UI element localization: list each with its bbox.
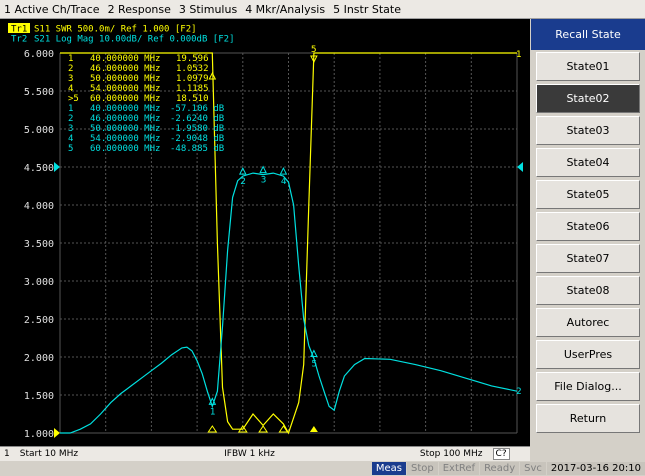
y-tick-label: 3.500 (24, 239, 54, 250)
tr2-ref-arrow-right (517, 162, 523, 172)
tr2-header: S21 Log Mag 10.00dB/ Ref 0.000dB [F2] (34, 35, 234, 45)
tr2-marker-label: 5 (68, 144, 73, 154)
y-tick-label: 1.500 (24, 391, 54, 402)
menu-active-ch-trace[interactable]: 1 Active Ch/Trace (0, 3, 104, 16)
menu-instr-state[interactable]: 5 Instr State (329, 3, 405, 16)
status-stop: Stop (406, 462, 438, 475)
status-svc: Svc (520, 462, 546, 475)
tr2-marker-freq: 46.000000 MHz (90, 114, 160, 124)
tr1-marker-label: 1 (68, 54, 73, 64)
ifbw-value[interactable]: IFBW 1 kHz (224, 449, 275, 459)
tr2-marker-freq: 40.000000 MHz (90, 104, 160, 114)
tr2-end-label: 2 (516, 387, 522, 397)
y-tick-label: 1.000 (24, 429, 54, 440)
y-tick-label: 5.500 (24, 87, 54, 98)
tr2-marker-freq: 54.000000 MHz (90, 134, 160, 144)
tr1-marker-label: >5 (68, 94, 79, 104)
softkey-userpres[interactable]: UserPres (536, 340, 640, 369)
tr2-marker-label: 1 (68, 104, 73, 114)
tr1-marker-freq: 54.000000 MHz (90, 84, 160, 94)
softkey-state05[interactable]: State05 (536, 180, 640, 209)
status-extref: ExtRef (438, 462, 480, 475)
tr1-marker-value: 1.0532 (176, 64, 209, 74)
tr2-marker-symbol (279, 167, 288, 175)
correction-indicator[interactable]: C? (492, 448, 510, 460)
marker-table: 1 40.000000 MHz 19.596 2 46.000000 MHz 1.053… (68, 54, 224, 154)
tr2-marker-freq: 50.000000 MHz (90, 124, 160, 134)
softkey-state02[interactable]: State02 (536, 84, 640, 113)
tr2-marker-number: 5 (311, 360, 317, 370)
menu-bar: 1 Active Ch/Trace 2 Response 3 Stimulus … (0, 0, 645, 19)
tr1-marker-symbol (258, 425, 269, 433)
y-tick-labels: 6.000 5.500 5.000 4.500 4.000 3.500 3.000 2.500… (24, 49, 54, 440)
softkey-state03[interactable]: State03 (536, 116, 640, 145)
tr2-marker-freq: 60.000000 MHz (90, 144, 160, 154)
menu-stimulus[interactable]: 3 Stimulus (175, 3, 241, 16)
y-tick-label: 3.000 (24, 277, 54, 288)
stop-frequency[interactable]: Stop 100 MHz (420, 449, 483, 459)
softkey-title: Recall State (531, 19, 645, 50)
y-tick-label: 2.500 (24, 315, 54, 326)
tr1-marker-value: 1.1185 (176, 84, 209, 94)
tr1-marker-freq: 60.000000 MHz (90, 94, 160, 104)
tr1-marker-symbol (207, 425, 218, 433)
menu-mkr-analysis[interactable]: 4 Mkr/Analysis (241, 3, 329, 16)
marker-symbols: 1 2 3 4 5 5 (207, 45, 318, 433)
softkey-state07[interactable]: State07 (536, 244, 640, 273)
softkey-autorec[interactable]: Autorec (536, 308, 640, 337)
softkey-panel: Recall State State01 State02 State03 Sta… (531, 19, 645, 461)
tr1-marker-label: 2 (68, 64, 73, 74)
tr2-tag[interactable]: Tr2 (11, 35, 27, 45)
tr2-marker-label: 3 (68, 124, 73, 134)
tr1-marker-freq: 40.000000 MHz (90, 54, 160, 64)
y-tick-label: 2.000 (24, 353, 54, 364)
instrument-status-bar: Meas Stop ExtRef Ready Svc 2017-03-16 20… (0, 461, 645, 476)
tr1-header: S11 SWR 500.0m/ Ref 1.000 [F2] (34, 25, 197, 35)
y-tick-label: 4.500 (24, 163, 54, 174)
tr2-marker-value: -2.6240 dB (170, 114, 224, 124)
softkey-state04[interactable]: State04 (536, 148, 640, 177)
tr2-marker-value: -2.9048 dB (170, 134, 224, 144)
start-frequency[interactable]: Start 10 MHz (20, 449, 78, 459)
tr1-marker-value: 1.0979 (176, 74, 209, 84)
tr1-ref-arrow-left (54, 428, 60, 438)
plot-svg: 6.000 5.500 5.000 4.500 4.000 3.500 3.000 2.500… (8, 23, 523, 440)
tr2-marker-label: 4 (68, 134, 73, 144)
tr1-marker-freq: 50.000000 MHz (90, 74, 160, 84)
y-tick-label: 4.000 (24, 201, 54, 212)
status-meas: Meas (371, 462, 406, 475)
tr1-marker-label: 3 (68, 74, 73, 84)
menu-response[interactable]: 2 Response (104, 3, 175, 16)
softkey-file-dialog[interactable]: File Dialog... (536, 372, 640, 401)
tr2-marker-number: 1 (210, 407, 216, 417)
tr1-marker-value: 19.596 (176, 54, 209, 64)
softkey-return[interactable]: Return (536, 404, 640, 433)
tr1-marker-label: 4 (68, 84, 73, 94)
softkey-state06[interactable]: State06 (536, 212, 640, 241)
tr1-marker-freq: 46.000000 MHz (90, 64, 160, 74)
tr2-marker-value: -1.9580 dB (170, 124, 224, 134)
tr1-marker-value: 18.510 (176, 94, 209, 104)
tr1-marker-top-number: 5 (311, 45, 317, 55)
y-tick-label: 5.000 (24, 125, 54, 136)
softkey-state08[interactable]: State08 (536, 276, 640, 305)
tr1-end-label: 1 (516, 50, 522, 60)
channel-number[interactable]: 1 (4, 449, 10, 459)
tr2-marker-label: 2 (68, 114, 73, 124)
tr2-marker-value: -57.106 dB (170, 104, 224, 114)
status-ready: Ready (480, 462, 520, 475)
tr2-marker-number: 4 (281, 177, 287, 187)
tr2-marker-value: -48.885 dB (170, 144, 224, 154)
tr1-tag[interactable]: Tr1 (11, 25, 27, 35)
status-datetime: 2017-03-16 20:10 (546, 462, 645, 475)
trace-plot[interactable]: 6.000 5.500 5.000 4.500 4.000 3.500 3.000 2.500… (0, 19, 530, 446)
softkey-state01[interactable]: State01 (536, 52, 640, 81)
tr1-active-marker-symbol (309, 426, 318, 432)
y-tick-label: 6.000 (24, 49, 54, 60)
tr2-marker-number: 3 (261, 176, 267, 186)
channel-status-bar: 1 Start 10 MHz IFBW 1 kHz Stop 100 MHz C… (0, 446, 530, 461)
tr2-marker-number: 2 (240, 177, 246, 187)
tr2-ref-arrow-left (54, 162, 60, 172)
